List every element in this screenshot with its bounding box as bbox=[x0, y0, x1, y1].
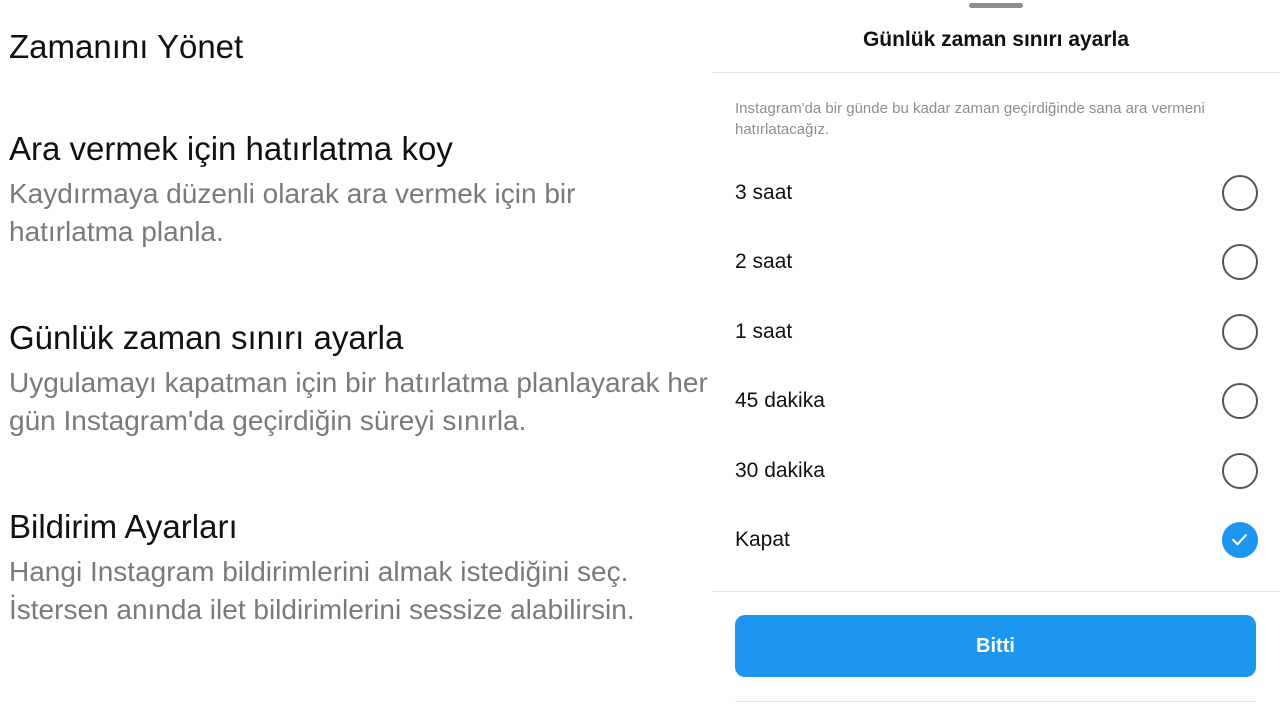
radio-button[interactable] bbox=[1222, 175, 1258, 211]
option-label: 2 saat bbox=[735, 250, 793, 273]
option-3-hours[interactable]: 3 saat bbox=[712, 163, 1280, 223]
footer-divider bbox=[712, 591, 1280, 592]
header-divider bbox=[712, 72, 1280, 73]
notification-settings-description: Hangi Instagram bildirimlerini almak ist… bbox=[9, 556, 635, 625]
option-30-minutes[interactable]: 30 dakika bbox=[712, 441, 1280, 501]
option-1-hour[interactable]: 1 saat bbox=[712, 302, 1280, 362]
option-2-hours[interactable]: 2 saat bbox=[712, 232, 1280, 292]
manage-time-screen: Zamanını Yönet Ara vermek için hatırlatm… bbox=[0, 0, 712, 704]
option-label: 1 saat bbox=[735, 320, 793, 343]
break-reminder-title: Ara vermek için hatırlatma koy bbox=[9, 130, 453, 167]
radio-button-selected[interactable] bbox=[1222, 522, 1258, 558]
radio-button[interactable] bbox=[1222, 314, 1258, 350]
page-title: Zamanını Yönet bbox=[9, 28, 244, 65]
radio-button[interactable] bbox=[1222, 453, 1258, 489]
drag-handle[interactable] bbox=[969, 3, 1023, 8]
option-label: Kapat bbox=[735, 528, 790, 551]
notification-settings-title: Bildirim Ayarları bbox=[9, 508, 238, 545]
done-button[interactable]: Bitti bbox=[735, 615, 1256, 677]
daily-limit-title: Günlük zaman sınırı ayarla bbox=[9, 319, 404, 356]
break-reminder-description: Kaydırmaya düzenli olarak ara vermek içi… bbox=[9, 178, 576, 247]
sheet-title: Günlük zaman sınırı ayarla bbox=[862, 28, 1130, 51]
daily-limit-setting[interactable]: Günlük zaman sınırı ayarla Uygulamayı ka… bbox=[9, 318, 709, 440]
sheet-description: Instagram'da bir günde bu kadar zaman ge… bbox=[735, 100, 1205, 138]
bottom-divider bbox=[735, 701, 1256, 702]
option-off[interactable]: Kapat bbox=[712, 510, 1280, 570]
break-reminder-setting[interactable]: Ara vermek için hatırlatma koy Kaydırmay… bbox=[9, 129, 709, 251]
radio-button[interactable] bbox=[1222, 244, 1258, 280]
option-label: 3 saat bbox=[735, 181, 793, 204]
daily-limit-sheet: Günlük zaman sınırı ayarla Instagram'da … bbox=[712, 0, 1280, 704]
option-label: 30 dakika bbox=[735, 459, 825, 482]
daily-limit-description: Uygulamayı kapatman için bir hatırlatma … bbox=[9, 367, 708, 436]
option-label: 45 dakika bbox=[735, 389, 825, 412]
radio-button[interactable] bbox=[1222, 383, 1258, 419]
checkmark-icon bbox=[1232, 534, 1247, 546]
option-45-minutes[interactable]: 45 dakika bbox=[712, 371, 1280, 431]
notification-settings[interactable]: Bildirim Ayarları Hangi Instagram bildir… bbox=[9, 507, 709, 629]
